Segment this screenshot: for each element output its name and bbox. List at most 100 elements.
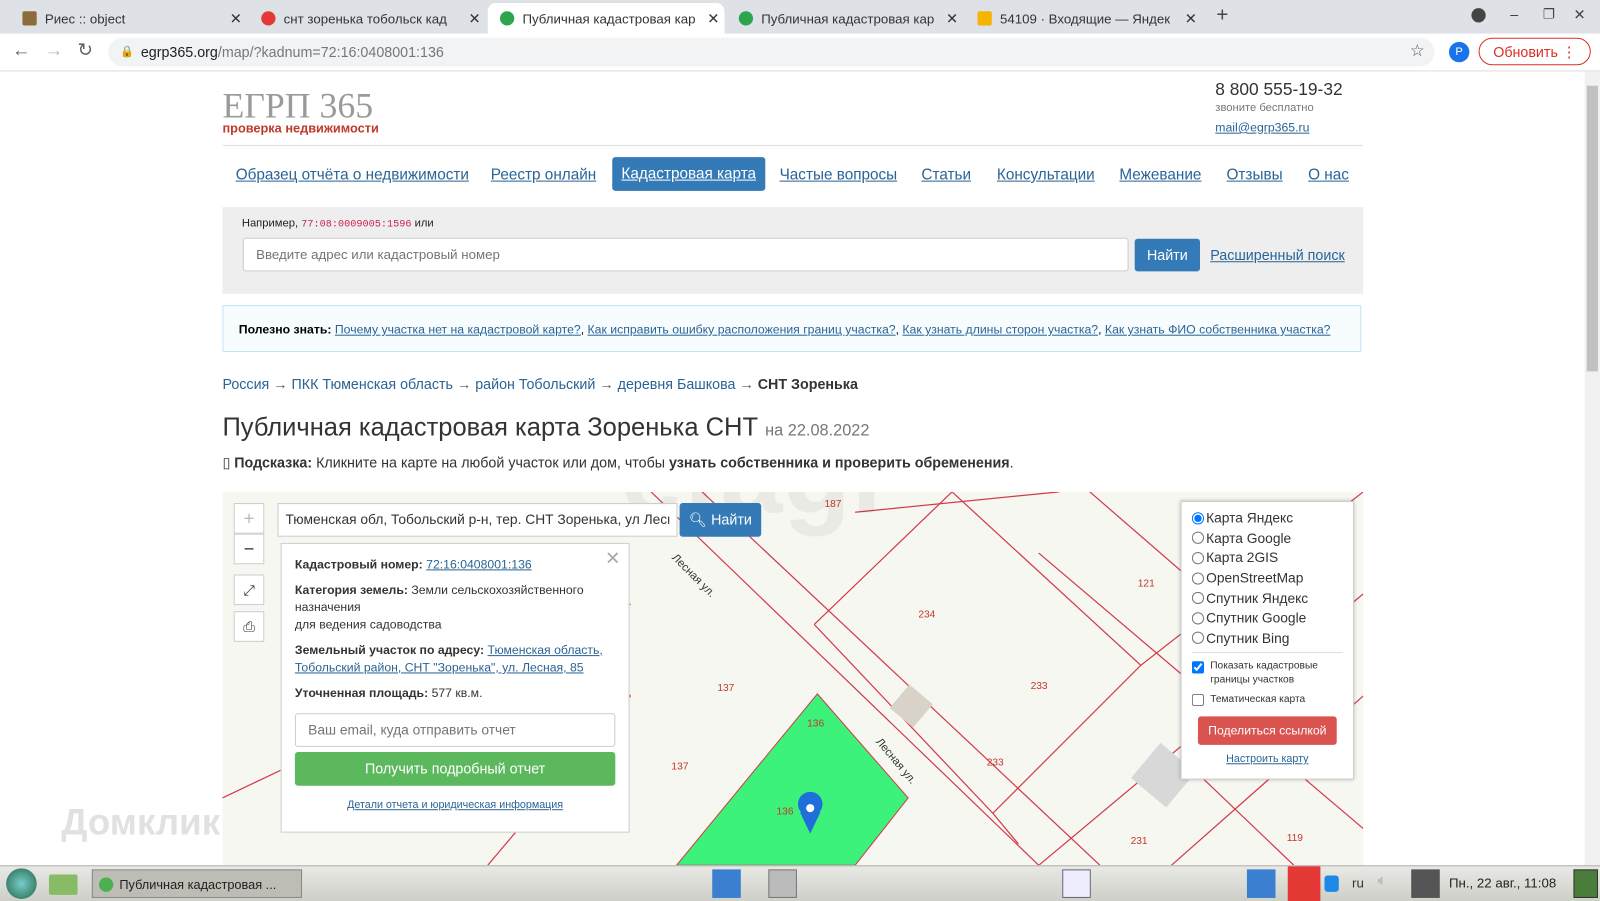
hint-link[interactable]: Как узнать ФИО собственника участка? [1105, 322, 1331, 336]
close-tab-icon[interactable]: ✕ [224, 10, 246, 27]
tab[interactable]: снт зоренька тобольск кад ✕ [249, 3, 486, 34]
map-search-input[interactable] [277, 503, 678, 537]
teamviewer-icon[interactable] [1324, 875, 1339, 892]
share-link-button[interactable]: Поделиться ссылкой [1197, 716, 1337, 746]
reload-icon[interactable]: ↻ [78, 40, 93, 61]
breadcrumb-item[interactable]: ПКК Тюменская область [292, 376, 453, 392]
layer-option[interactable]: Спутник Яндекс [1191, 588, 1343, 608]
tab-search-icon[interactable] [1471, 8, 1486, 23]
map-search-button[interactable]: 🔍︎ Найти [679, 503, 762, 537]
show-borders-checkbox[interactable] [1191, 661, 1205, 674]
anydesk-icon[interactable] [1287, 866, 1321, 901]
example-code[interactable]: 77:08:0009005:1596 [301, 219, 411, 230]
thematic-option[interactable]: Тематическая карта [1191, 694, 1343, 707]
breadcrumb-item[interactable]: район Тобольский [475, 376, 595, 392]
app-icon[interactable] [712, 869, 741, 898]
nav-articles[interactable]: Статьи [921, 166, 971, 183]
layer-option[interactable]: OpenStreetMap [1191, 568, 1343, 588]
layer-radio[interactable] [1191, 532, 1205, 545]
hint-link[interactable]: Почему участка нет на кадастровой карте? [335, 322, 581, 336]
layer-radio[interactable] [1191, 631, 1205, 645]
layer-radio[interactable] [1191, 512, 1205, 525]
page-scrollbar[interactable] [1584, 71, 1600, 866]
breadcrumb-item[interactable]: Россия [222, 376, 269, 392]
layer-radio[interactable] [1191, 572, 1205, 585]
forward-icon[interactable]: → [45, 40, 63, 61]
update-button[interactable]: Обновить ⋮ [1478, 37, 1591, 66]
volume-icon[interactable]: 🔈︎ [1378, 872, 1388, 890]
close-tab-icon[interactable]: ✕ [702, 10, 724, 27]
restore-icon[interactable]: ❐ [1543, 6, 1555, 22]
network-icon[interactable] [1411, 869, 1440, 898]
hint-link[interactable]: Как узнать длины сторон участка? [902, 322, 1098, 336]
url-field[interactable]: 🔒 egrp365.org/map/?kadnum=72:16:0408001:… [108, 37, 1435, 67]
layer-radio[interactable] [1191, 552, 1205, 565]
taskbar-window-button[interactable]: Публичная кадастровая ... [91, 869, 303, 898]
new-tab-button[interactable]: + [1216, 4, 1228, 27]
nav-surveying[interactable]: Межевание [1119, 166, 1201, 183]
thematic-checkbox[interactable] [1191, 694, 1205, 707]
breadcrumb-item[interactable]: деревня Башкова [618, 376, 736, 392]
search-button[interactable]: Найти [1134, 238, 1200, 272]
tab[interactable]: Публичная кадастровая кар ✕ [727, 3, 964, 34]
document-icon[interactable] [1062, 869, 1091, 898]
nav-registry[interactable]: Реестр онлайн [491, 166, 596, 183]
close-window-icon[interactable]: ✕ [1573, 6, 1585, 23]
profile-avatar[interactable]: P [1448, 41, 1470, 63]
layer-option[interactable]: Карта Яндекс [1191, 508, 1343, 528]
report-details-link[interactable]: Детали отчета и юридическая информация [282, 799, 629, 811]
nav-consultations[interactable]: Консультации [997, 166, 1095, 183]
layer-radio[interactable] [1191, 592, 1205, 605]
tab[interactable]: Риес :: object ✕ [10, 3, 247, 34]
layer-option[interactable]: Карта Google [1191, 528, 1343, 548]
nav-faq[interactable]: Частые вопросы [780, 166, 898, 183]
phone-note: звоните бесплатно [1215, 102, 1314, 115]
layer-option[interactable]: Спутник Bing [1191, 628, 1343, 648]
email-input[interactable] [294, 713, 616, 747]
back-icon[interactable]: ← [12, 40, 30, 61]
show-desktop-icon[interactable] [1573, 869, 1598, 898]
address-search-input[interactable] [242, 237, 1129, 272]
search-icon: 🔍︎ [688, 511, 708, 528]
get-report-button[interactable]: Получить подробный отчет [294, 752, 616, 786]
plot-label: 136 [777, 806, 794, 817]
nav-cadastral-map[interactable]: Кадастровая карта [612, 157, 766, 191]
cadastral-number-link[interactable]: 72:16:0408001:136 [426, 557, 532, 571]
close-tab-icon[interactable]: ✕ [941, 10, 963, 27]
map-layers-panel: Карта Яндекс Карта Google Карта 2GIS Ope… [1180, 501, 1355, 780]
zoom-out-button[interactable]: − [233, 533, 265, 565]
fullscreen-icon[interactable]: ⤢ [233, 574, 265, 606]
print-icon[interactable]: ⎙ [233, 611, 265, 642]
tip: ▯ Подсказка: Кликните на карте на любой … [222, 454, 1014, 471]
clock[interactable]: Пн., 22 авг., 11:08 [1449, 876, 1556, 891]
show-borders-option[interactable]: Показать кадастровые границы участков [1191, 659, 1343, 688]
calculator-icon[interactable] [768, 869, 797, 898]
close-tab-icon[interactable]: ✕ [463, 10, 485, 27]
building [889, 684, 933, 728]
nav-sample-report[interactable]: Образец отчёта о недвижимости [236, 166, 469, 183]
advanced-search-link[interactable]: Расширенный поиск [1210, 247, 1345, 263]
tab[interactable]: 54109 · Входящие — Яндек ✕ [965, 3, 1202, 34]
tab-active[interactable]: Публичная кадастровая кар ✕ [487, 3, 725, 34]
bookmark-star-icon[interactable]: ☆ [1410, 38, 1425, 67]
close-tab-icon[interactable]: ✕ [1180, 10, 1202, 27]
tray-app-icon[interactable] [1246, 869, 1276, 898]
start-menu-icon[interactable] [6, 868, 37, 899]
zoom-in-button[interactable]: + [233, 503, 265, 534]
minimize-icon[interactable]: – [1510, 6, 1518, 22]
configure-map-link[interactable]: Настроить карту [1192, 753, 1343, 765]
site-logo[interactable]: ЕГРП 365 [222, 86, 373, 127]
layer-radio[interactable] [1191, 612, 1205, 625]
layer-option[interactable]: Карта 2GIS [1191, 548, 1343, 568]
file-manager-icon[interactable] [48, 874, 78, 895]
phone: 8 800 555-19-32 [1215, 79, 1343, 99]
plot-label: 121 [1138, 579, 1155, 590]
keyboard-layout[interactable]: ru [1352, 876, 1364, 891]
mail-favicon-icon [977, 11, 992, 26]
email-link[interactable]: mail@egrp365.ru [1215, 120, 1309, 134]
nav-reviews[interactable]: Отзывы [1227, 166, 1283, 183]
nav-about[interactable]: О нас [1308, 166, 1349, 183]
layer-option[interactable]: Спутник Google [1191, 608, 1343, 628]
hint-link[interactable]: Как исправить ошибку расположения границ… [588, 322, 896, 336]
close-popup-icon[interactable]: ✕ [605, 548, 620, 569]
